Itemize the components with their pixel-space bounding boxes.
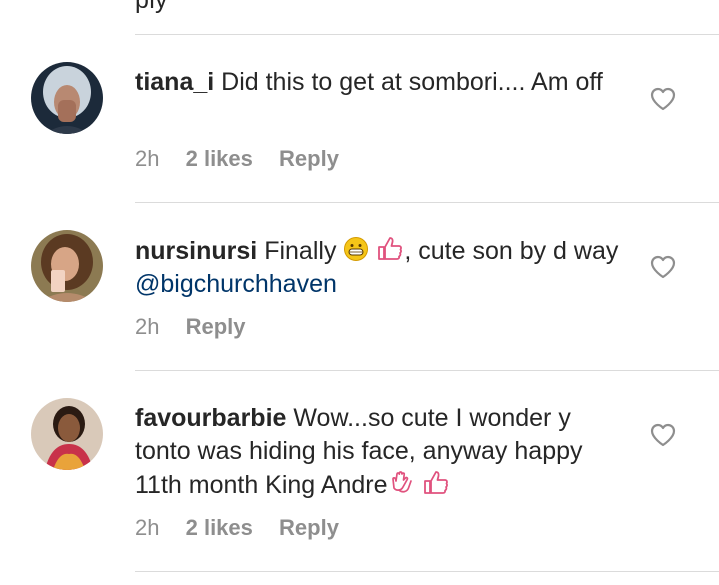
grinning-face-icon: [344, 237, 369, 261]
comment-timestamp: 2h: [135, 515, 160, 540]
comment-text: nursinursi Finally , cute son by d way @…: [135, 234, 630, 301]
reply-button[interactable]: Reply: [186, 314, 246, 339]
comment-meta: 2h Reply: [135, 314, 246, 340]
clapping-hands-icon: [391, 471, 412, 493]
heart-outline-icon[interactable]: [650, 255, 676, 279]
reply-button[interactable]: Reply: [279, 515, 339, 540]
comment-meta: 2h 2 likes Reply: [135, 146, 339, 172]
reply-button[interactable]: Reply: [279, 146, 339, 171]
user-mention-link[interactable]: @bigchurchhaven: [135, 270, 337, 298]
avatar[interactable]: [31, 62, 103, 134]
comment-body: Did this to get at sombori.... Am off: [221, 68, 603, 96]
comment-likes-count[interactable]: 2 likes: [186, 146, 253, 171]
comment-username[interactable]: nursinursi: [135, 237, 257, 265]
thumbs-up-icon: [378, 237, 403, 260]
heart-outline-icon[interactable]: [650, 423, 676, 447]
heart-outline-icon[interactable]: [650, 87, 676, 111]
comment-likes-count[interactable]: 2 likes: [186, 515, 253, 540]
comment-text: tiana_i Did this to get at sombori.... A…: [135, 66, 630, 99]
divider: [135, 34, 719, 35]
divider: [135, 370, 719, 371]
comment-username[interactable]: tiana_i: [135, 68, 214, 96]
comment-body-end: , cute son by d way: [404, 237, 619, 265]
divider: [135, 571, 719, 572]
comment-timestamp: 2h: [135, 146, 160, 171]
divider: [135, 202, 719, 203]
comment-meta: 2h 2 likes Reply: [135, 515, 339, 541]
comment-text: favourbarbie Wow...so cute I wonder y to…: [135, 402, 630, 502]
comment-body-start: Finally: [264, 237, 337, 265]
avatar[interactable]: [31, 230, 103, 302]
avatar[interactable]: [31, 398, 103, 470]
comment-timestamp: 2h: [135, 314, 160, 339]
thumbs-up-icon: [424, 471, 449, 494]
previous-comment-fragment: ply: [135, 0, 168, 14]
comment-username[interactable]: favourbarbie: [135, 404, 286, 432]
